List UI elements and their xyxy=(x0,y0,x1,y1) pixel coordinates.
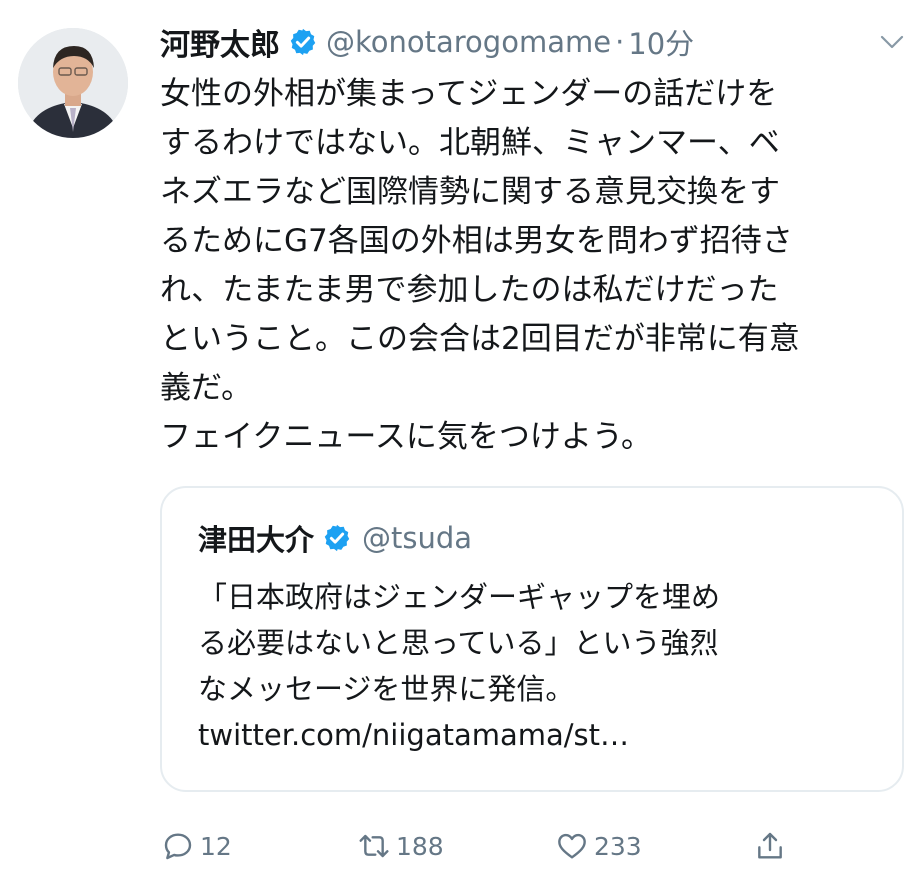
like-button[interactable]: 233 xyxy=(556,824,642,868)
like-count: 233 xyxy=(594,831,642,861)
quoted-tweet-text: 「日本政府はジェンダーギャップを埋め る必要はないと思っている」という強烈 なメ… xyxy=(198,574,878,758)
retweet-count: 188 xyxy=(396,831,444,861)
tweet-text-line: フェイクニュースに気をつけよう。 xyxy=(160,419,652,455)
separator-dot: · xyxy=(615,25,625,59)
verified-badge-icon xyxy=(322,523,352,553)
tweet-timestamp[interactable]: 10分 xyxy=(628,21,694,63)
author-name[interactable]: 河野太郎 xyxy=(160,20,280,64)
tweet-text-line: 女性の外相が集まってジェンダーの話だけを xyxy=(160,76,778,112)
tweet-text-line: れ、たまたま男で参加したのは私だけだった xyxy=(160,272,779,308)
reply-button[interactable]: 12 xyxy=(162,824,232,868)
quoted-tweet-card[interactable]: 津田大介 @tsuda 「日本政府はジェンダーギャップを埋め る必要はないと思っ… xyxy=(160,486,904,792)
tweet-text-line: ネズエラなど国際情勢に関する意見交換をす xyxy=(160,174,780,210)
verified-badge-icon xyxy=(288,27,318,57)
tweet-text: 女性の外相が集まってジェンダーの話だけを するわけではない。北朝鮮、ミャンマー、… xyxy=(160,70,905,462)
chevron-down-icon[interactable] xyxy=(880,34,904,50)
tweet-text-line: するわけではない。北朝鮮、ミャンマー、ベ xyxy=(160,125,780,161)
tweet-text-line: ということ。この会合は2回目だが非常に有意 xyxy=(160,321,800,357)
quoted-author-name: 津田大介 xyxy=(198,523,315,557)
quoted-text-line: なメッセージを世界に発信。 xyxy=(198,672,575,706)
share-button[interactable] xyxy=(754,824,792,868)
share-icon xyxy=(758,832,782,859)
author-avatar[interactable] xyxy=(18,28,128,138)
quoted-link[interactable]: twitter.com/niigatamama/st… xyxy=(198,712,878,758)
quoted-text-line: る必要はないと思っている」という強烈 xyxy=(198,626,719,660)
tweet-actions: 12 188 233 xyxy=(160,824,900,868)
quoted-author-handle: @tsuda xyxy=(362,521,473,555)
tweet-text-line: 義だ。 xyxy=(160,370,253,406)
reply-count: 12 xyxy=(200,831,232,861)
reply-icon xyxy=(164,833,192,860)
tweet-header: 河野太郎 @konotarogomame · 10分 xyxy=(160,18,694,66)
like-icon xyxy=(558,833,586,859)
quoted-tweet-header: 津田大介 @tsuda xyxy=(198,516,472,560)
avatar-photo xyxy=(18,28,128,138)
quoted-text-line: 「日本政府はジェンダーギャップを埋め xyxy=(198,580,721,614)
author-handle[interactable]: @konotarogomame xyxy=(326,25,611,59)
retweet-button[interactable]: 188 xyxy=(358,824,444,868)
retweet-icon xyxy=(359,834,389,858)
tweet-text-line: るためにG7各国の外相は男女を問わず招待さ xyxy=(160,223,793,259)
